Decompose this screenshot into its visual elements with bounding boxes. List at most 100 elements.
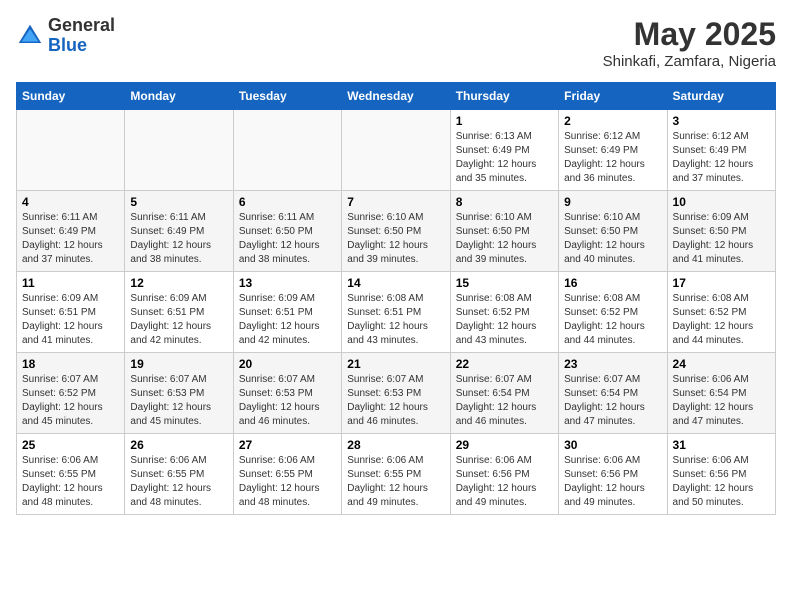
day-info: Sunrise: 6:06 AM Sunset: 6:55 PM Dayligh… bbox=[347, 454, 444, 510]
calendar-cell: 7 Sunrise: 6:10 AM Sunset: 6:50 PM Daylig… bbox=[342, 191, 450, 272]
day-info: Sunrise: 6:12 AM Sunset: 6:49 PM Dayligh… bbox=[564, 130, 661, 186]
day-info: Sunrise: 6:07 AM Sunset: 6:54 PM Dayligh… bbox=[564, 373, 661, 429]
day-number: 26 bbox=[130, 438, 227, 452]
day-number: 7 bbox=[347, 195, 444, 209]
day-number: 17 bbox=[673, 276, 770, 290]
weekday-header: Wednesday bbox=[342, 83, 450, 110]
day-number: 6 bbox=[239, 195, 336, 209]
calendar-cell: 4 Sunrise: 6:11 AM Sunset: 6:49 PM Daylig… bbox=[17, 191, 125, 272]
day-info: Sunrise: 6:12 AM Sunset: 6:49 PM Dayligh… bbox=[673, 130, 770, 186]
day-number: 20 bbox=[239, 357, 336, 371]
day-info: Sunrise: 6:07 AM Sunset: 6:54 PM Dayligh… bbox=[456, 373, 553, 429]
calendar-cell: 19 Sunrise: 6:07 AM Sunset: 6:53 PM Dayli… bbox=[125, 353, 233, 434]
day-number: 4 bbox=[22, 195, 119, 209]
day-number: 13 bbox=[239, 276, 336, 290]
calendar-header: SundayMondayTuesdayWednesdayThursdayFrid… bbox=[17, 83, 776, 110]
day-info: Sunrise: 6:07 AM Sunset: 6:53 PM Dayligh… bbox=[347, 373, 444, 429]
day-number: 14 bbox=[347, 276, 444, 290]
day-number: 3 bbox=[673, 114, 770, 128]
calendar-cell: 28 Sunrise: 6:06 AM Sunset: 6:55 PM Dayli… bbox=[342, 434, 450, 515]
calendar-cell: 8 Sunrise: 6:10 AM Sunset: 6:50 PM Daylig… bbox=[450, 191, 558, 272]
day-number: 15 bbox=[456, 276, 553, 290]
day-info: Sunrise: 6:06 AM Sunset: 6:55 PM Dayligh… bbox=[22, 454, 119, 510]
day-number: 19 bbox=[130, 357, 227, 371]
page-header: General Blue May 2025 Shinkafi, Zamfara,… bbox=[16, 16, 776, 70]
logo-blue: Blue bbox=[48, 35, 87, 55]
calendar-cell: 9Sunrise: 6:10 AM Sunset: 6:50 PM Daylig… bbox=[559, 191, 667, 272]
day-info: Sunrise: 6:06 AM Sunset: 6:56 PM Dayligh… bbox=[673, 454, 770, 510]
day-info: Sunrise: 6:06 AM Sunset: 6:56 PM Dayligh… bbox=[564, 454, 661, 510]
day-number: 8 bbox=[456, 195, 553, 209]
calendar-cell: 10 Sunrise: 6:09 AM Sunset: 6:50 PM Dayli… bbox=[667, 191, 775, 272]
logo-general: General bbox=[48, 15, 115, 35]
logo-icon bbox=[16, 22, 44, 50]
day-number: 10 bbox=[673, 195, 770, 209]
calendar-cell: 23 Sunrise: 6:07 AM Sunset: 6:54 PM Dayli… bbox=[559, 353, 667, 434]
day-info: Sunrise: 6:11 AM Sunset: 6:49 PM Dayligh… bbox=[22, 211, 119, 267]
day-info: Sunrise: 6:06 AM Sunset: 6:55 PM Dayligh… bbox=[239, 454, 336, 510]
calendar-cell bbox=[125, 110, 233, 191]
weekday-header: Thursday bbox=[450, 83, 558, 110]
calendar-cell: 24 Sunrise: 6:06 AM Sunset: 6:54 PM Dayli… bbox=[667, 353, 775, 434]
calendar-cell: 15Sunrise: 6:08 AM Sunset: 6:52 PM Dayli… bbox=[450, 272, 558, 353]
day-info: Sunrise: 6:11 AM Sunset: 6:50 PM Dayligh… bbox=[239, 211, 336, 267]
day-number: 1 bbox=[456, 114, 553, 128]
calendar-cell: 17 Sunrise: 6:08 AM Sunset: 6:52 PM Dayli… bbox=[667, 272, 775, 353]
calendar-week-row: 18Sunrise: 6:07 AM Sunset: 6:52 PM Dayli… bbox=[17, 353, 776, 434]
calendar-week-row: 25 Sunrise: 6:06 AM Sunset: 6:55 PM Dayli… bbox=[17, 434, 776, 515]
weekday-header: Sunday bbox=[17, 83, 125, 110]
calendar-cell: 16Sunrise: 6:08 AM Sunset: 6:52 PM Dayli… bbox=[559, 272, 667, 353]
calendar-cell: 18Sunrise: 6:07 AM Sunset: 6:52 PM Dayli… bbox=[17, 353, 125, 434]
calendar-cell: 26 Sunrise: 6:06 AM Sunset: 6:55 PM Dayli… bbox=[125, 434, 233, 515]
calendar-week-row: 1 Sunrise: 6:13 AM Sunset: 6:49 PM Daylig… bbox=[17, 110, 776, 191]
calendar-body: 1 Sunrise: 6:13 AM Sunset: 6:49 PM Daylig… bbox=[17, 110, 776, 515]
day-info: Sunrise: 6:11 AM Sunset: 6:49 PM Dayligh… bbox=[130, 211, 227, 267]
day-info: Sunrise: 6:13 AM Sunset: 6:49 PM Dayligh… bbox=[456, 130, 553, 186]
day-number: 25 bbox=[22, 438, 119, 452]
day-info: Sunrise: 6:09 AM Sunset: 6:51 PM Dayligh… bbox=[239, 292, 336, 348]
day-info: Sunrise: 6:09 AM Sunset: 6:51 PM Dayligh… bbox=[22, 292, 119, 348]
day-number: 21 bbox=[347, 357, 444, 371]
day-number: 12 bbox=[130, 276, 227, 290]
day-info: Sunrise: 6:08 AM Sunset: 6:51 PM Dayligh… bbox=[347, 292, 444, 348]
day-info: Sunrise: 6:08 AM Sunset: 6:52 PM Dayligh… bbox=[564, 292, 661, 348]
day-info: Sunrise: 6:06 AM Sunset: 6:54 PM Dayligh… bbox=[673, 373, 770, 429]
calendar-cell: 31Sunrise: 6:06 AM Sunset: 6:56 PM Dayli… bbox=[667, 434, 775, 515]
calendar-cell: 1 Sunrise: 6:13 AM Sunset: 6:49 PM Daylig… bbox=[450, 110, 558, 191]
day-info: Sunrise: 6:10 AM Sunset: 6:50 PM Dayligh… bbox=[347, 211, 444, 267]
day-number: 23 bbox=[564, 357, 661, 371]
location: Shinkafi, Zamfara, Nigeria bbox=[603, 53, 776, 70]
calendar-cell: 11 Sunrise: 6:09 AM Sunset: 6:51 PM Dayli… bbox=[17, 272, 125, 353]
day-number: 30 bbox=[564, 438, 661, 452]
day-info: Sunrise: 6:07 AM Sunset: 6:52 PM Dayligh… bbox=[22, 373, 119, 429]
day-info: Sunrise: 6:10 AM Sunset: 6:50 PM Dayligh… bbox=[456, 211, 553, 267]
calendar-cell: 27Sunrise: 6:06 AM Sunset: 6:55 PM Dayli… bbox=[233, 434, 341, 515]
calendar-cell: 13 Sunrise: 6:09 AM Sunset: 6:51 PM Dayli… bbox=[233, 272, 341, 353]
day-number: 9 bbox=[564, 195, 661, 209]
calendar-week-row: 4 Sunrise: 6:11 AM Sunset: 6:49 PM Daylig… bbox=[17, 191, 776, 272]
day-number: 11 bbox=[22, 276, 119, 290]
calendar-week-row: 11 Sunrise: 6:09 AM Sunset: 6:51 PM Dayli… bbox=[17, 272, 776, 353]
day-info: Sunrise: 6:08 AM Sunset: 6:52 PM Dayligh… bbox=[673, 292, 770, 348]
calendar-cell: 21 Sunrise: 6:07 AM Sunset: 6:53 PM Dayli… bbox=[342, 353, 450, 434]
day-number: 28 bbox=[347, 438, 444, 452]
calendar-cell: 6 Sunrise: 6:11 AM Sunset: 6:50 PM Daylig… bbox=[233, 191, 341, 272]
calendar-cell: 29 Sunrise: 6:06 AM Sunset: 6:56 PM Dayli… bbox=[450, 434, 558, 515]
day-info: Sunrise: 6:06 AM Sunset: 6:56 PM Dayligh… bbox=[456, 454, 553, 510]
day-number: 29 bbox=[456, 438, 553, 452]
day-info: Sunrise: 6:07 AM Sunset: 6:53 PM Dayligh… bbox=[130, 373, 227, 429]
weekday-header: Tuesday bbox=[233, 83, 341, 110]
calendar-cell: 14 Sunrise: 6:08 AM Sunset: 6:51 PM Dayli… bbox=[342, 272, 450, 353]
day-info: Sunrise: 6:09 AM Sunset: 6:50 PM Dayligh… bbox=[673, 211, 770, 267]
day-number: 24 bbox=[673, 357, 770, 371]
calendar-cell: 3 Sunrise: 6:12 AM Sunset: 6:49 PM Daylig… bbox=[667, 110, 775, 191]
day-info: Sunrise: 6:06 AM Sunset: 6:55 PM Dayligh… bbox=[130, 454, 227, 510]
day-info: Sunrise: 6:09 AM Sunset: 6:51 PM Dayligh… bbox=[130, 292, 227, 348]
day-number: 22 bbox=[456, 357, 553, 371]
calendar-cell: 20Sunrise: 6:07 AM Sunset: 6:53 PM Dayli… bbox=[233, 353, 341, 434]
day-number: 5 bbox=[130, 195, 227, 209]
weekday-header-row: SundayMondayTuesdayWednesdayThursdayFrid… bbox=[17, 83, 776, 110]
calendar-cell: 12 Sunrise: 6:09 AM Sunset: 6:51 PM Dayli… bbox=[125, 272, 233, 353]
calendar-cell: 2Sunrise: 6:12 AM Sunset: 6:49 PM Daylig… bbox=[559, 110, 667, 191]
weekday-header: Monday bbox=[125, 83, 233, 110]
